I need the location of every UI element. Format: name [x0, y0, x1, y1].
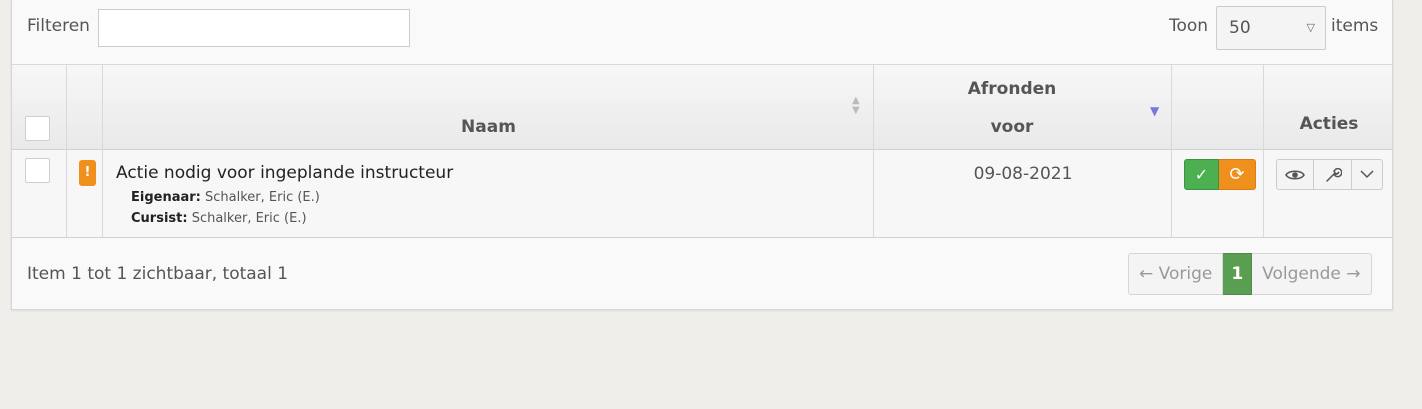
student-value: Schalker, Eric (E.)	[191, 211, 307, 226]
row-student: Cursist: Schalker, Eric (E.)	[131, 211, 307, 226]
filter-input[interactable]	[98, 9, 410, 47]
reschedule-button[interactable]: ⟳	[1219, 159, 1256, 190]
page-1-button[interactable]: 1	[1223, 253, 1253, 295]
triangle-down-icon: ▽	[1306, 21, 1315, 34]
select-all-checkbox[interactable]	[25, 116, 50, 141]
check-icon: ✓	[1194, 165, 1209, 184]
row-status-cell: !	[67, 150, 103, 237]
table-header: Naam ▲ ▼ Afronden voor ▼ Acties	[12, 64, 1392, 150]
page-size-label: Toon	[1169, 16, 1209, 36]
pagination: ← Vorige 1 Volgende →	[1128, 253, 1372, 295]
header-quick-actions-col	[1172, 65, 1264, 149]
header-actions-label: Acties	[1299, 114, 1359, 134]
table-toolbar: Filteren Toon 50 ▽ items	[12, 0, 1392, 64]
row-owner: Eigenaar: Schalker, Eric (E.)	[131, 190, 320, 205]
table-row: ! Actie nodig voor ingeplande instructeu…	[12, 150, 1392, 238]
page-size-value: 50	[1229, 18, 1251, 38]
header-name-label: Naam	[461, 117, 516, 137]
header-due-label-1: Afronden	[967, 79, 1057, 99]
page-size-suffix: items	[1331, 16, 1379, 36]
prev-page-button[interactable]: ← Vorige	[1128, 253, 1224, 295]
row-actions-cell	[1264, 150, 1394, 237]
pagination-info: Item 1 tot 1 zichtbaar, totaal 1	[27, 264, 289, 284]
sort-desc-icon: ▼	[1150, 104, 1160, 118]
next-page-button[interactable]: Volgende →	[1252, 253, 1372, 295]
owner-value: Schalker, Eric (E.)	[205, 190, 320, 205]
header-actions-col: Acties	[1264, 65, 1394, 149]
owner-label: Eigenaar:	[131, 190, 201, 205]
complete-button[interactable]: ✓	[1184, 159, 1219, 190]
header-name-col[interactable]: Naam ▲ ▼	[103, 65, 874, 149]
header-due-label-2: voor	[990, 117, 1034, 137]
student-label: Cursist:	[131, 211, 188, 226]
filter-label: Filteren	[27, 16, 90, 36]
sort-both-icon: ▲ ▼	[852, 95, 860, 116]
row-title[interactable]: Actie nodig voor ingeplande instructeur	[116, 163, 453, 183]
header-due-col[interactable]: Afronden voor ▼	[874, 65, 1172, 149]
items-panel: Filteren Toon 50 ▽ items Naam ▲ ▼ Afronde…	[11, 0, 1393, 310]
header-status-col	[67, 65, 103, 149]
row-due-date: 09-08-2021	[973, 164, 1073, 184]
header-select-col	[12, 65, 67, 149]
row-select-cell	[12, 150, 67, 237]
sync-icon: ⟳	[1229, 164, 1245, 185]
quick-actions-group: ✓ ⟳	[1184, 159, 1256, 190]
row-checkbox[interactable]	[25, 158, 50, 183]
warning-badge: !	[79, 160, 96, 186]
page-size-select[interactable]: 50 ▽	[1216, 6, 1326, 50]
